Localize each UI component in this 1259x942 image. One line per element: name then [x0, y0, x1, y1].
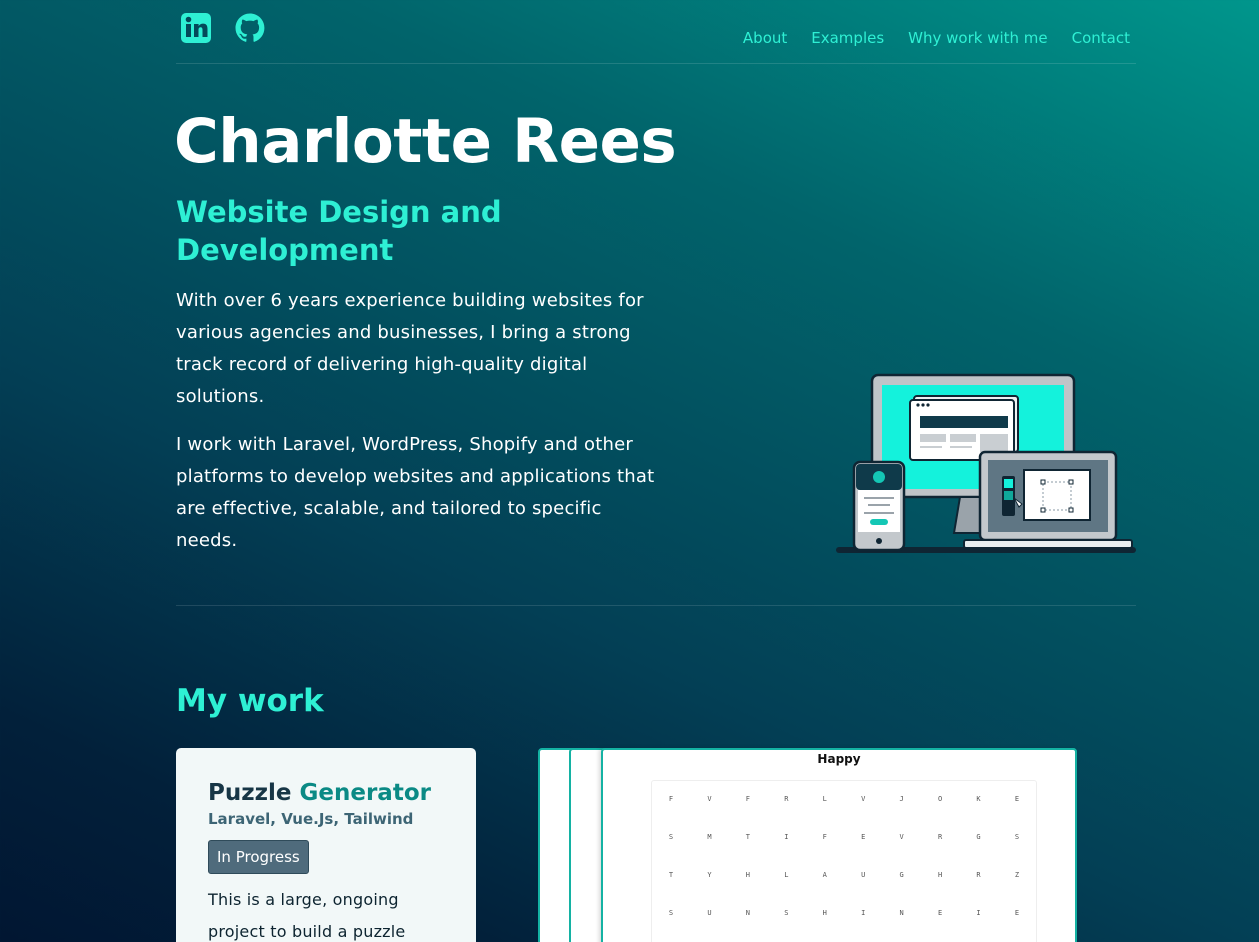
grid-cell: U	[861, 871, 866, 879]
devices-illustration	[834, 372, 1138, 556]
grid-cell: N	[745, 909, 750, 917]
grid-cell: V	[707, 795, 712, 803]
hero-paragraph-platforms: I work with Laravel, WordPress, Shopify …	[176, 434, 655, 551]
grid-cell: I	[784, 833, 789, 841]
project-screenshot-front[interactable]: Happy F V F R L V J O K E S M T I F E V R G S T Y H L A U G H R Z S…	[601, 748, 1077, 942]
grid-cell: T	[668, 871, 674, 879]
project-title-accent: Generator	[299, 780, 431, 806]
grid-cell: A	[822, 871, 827, 879]
grid-cell: R	[976, 871, 981, 879]
grid-cell: E	[1014, 909, 1020, 917]
grid-cell: F	[668, 795, 674, 803]
hero-subtitle: Website Design and Development	[176, 195, 502, 267]
grid-cell: O	[937, 795, 943, 803]
grid-cell: U	[707, 909, 712, 917]
grid-cell: F	[822, 833, 827, 841]
section-divider	[176, 605, 1136, 606]
grid-cell: S	[668, 833, 674, 841]
grid-cell: M	[707, 833, 712, 841]
project-title: Puzzle Generator	[208, 780, 444, 806]
main-nav: About Examples Why work with me Contact	[743, 29, 1130, 47]
nav-contact[interactable]: Contact	[1072, 29, 1130, 47]
grid-cell: L	[784, 871, 789, 879]
project-description: This is a large, ongoing project to buil…	[208, 890, 406, 941]
grid-cell: I	[976, 909, 981, 917]
grid-row: FVFRLVJOKE	[664, 795, 1024, 803]
grid-cell: E	[861, 833, 866, 841]
grid-cell: K	[976, 795, 981, 803]
grid-cell: H	[745, 871, 750, 879]
puzzle-title: Happy	[817, 752, 861, 766]
grid-cell: V	[861, 795, 866, 803]
grid-cell: Y	[707, 871, 712, 879]
grid-cell: V	[899, 833, 904, 841]
grid-cell: Z	[1014, 871, 1020, 879]
nav-about[interactable]: About	[743, 29, 787, 47]
project-tech: Laravel, Vue.Js, Tailwind	[208, 810, 414, 828]
grid-row: TYHLAUGHRZ	[664, 871, 1024, 879]
grid-cell: S	[668, 909, 674, 917]
grid-cell: G	[899, 871, 904, 879]
grid-cell: I	[861, 909, 866, 917]
linkedin-icon[interactable]	[180, 12, 212, 44]
hero-name: Charlotte Rees	[174, 106, 677, 177]
grid-cell: J	[899, 795, 904, 803]
status-badge: In Progress	[208, 840, 309, 874]
grid-cell: S	[1014, 833, 1020, 841]
my-work-heading: My work	[176, 683, 324, 719]
grid-cell: H	[822, 909, 827, 917]
grid-row: SUNSHINEIE	[664, 909, 1024, 917]
project-card[interactable]: Puzzle Generator Laravel, Vue.Js, Tailwi…	[176, 748, 476, 942]
grid-cell: N	[899, 909, 904, 917]
grid-cell: E	[1014, 795, 1020, 803]
nav-examples[interactable]: Examples	[811, 29, 884, 47]
grid-row: SMTIFEVRGS	[664, 833, 1024, 841]
grid-cell: R	[784, 795, 789, 803]
social-links	[180, 12, 266, 44]
grid-cell: L	[822, 795, 827, 803]
grid-cell: F	[745, 795, 750, 803]
hero-paragraph-experience: With over 6 years experience building we…	[176, 290, 644, 407]
grid-cell: T	[745, 833, 750, 841]
word-search-grid: F V F R L V J O K E S M T I F E V R G S T Y H L A U G H R Z S U N S H I N…	[651, 780, 1037, 942]
nav-why-work-with-me[interactable]: Why work with me	[908, 29, 1047, 47]
project-title-main: Puzzle	[208, 780, 292, 806]
github-icon[interactable]	[234, 12, 266, 44]
grid-cell: H	[937, 871, 943, 879]
grid-cell: R	[937, 833, 943, 841]
grid-cell: E	[937, 909, 943, 917]
grid-cell: S	[784, 909, 789, 917]
site-header: About Examples Why work with me Contact	[176, 0, 1136, 64]
grid-cell: G	[976, 833, 981, 841]
